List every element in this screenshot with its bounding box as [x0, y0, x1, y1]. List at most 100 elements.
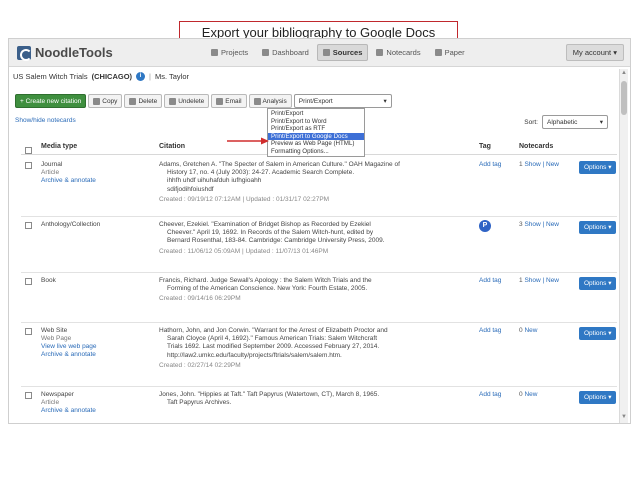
- my-account-button[interactable]: My account ▾: [565, 44, 624, 61]
- source-toolbar: + Create new citation Copy Delete Undele…: [15, 94, 392, 108]
- chevron-down-icon: ▾: [383, 98, 387, 105]
- view-live-page-link[interactable]: View live web page: [41, 343, 151, 351]
- print-export-select[interactable]: Print/Export ▾: [293, 94, 392, 108]
- options-button[interactable]: Options ▾: [579, 161, 617, 174]
- main-tabs: Projects Dashboard Sources Notecards Pap…: [205, 44, 471, 61]
- row-checkbox[interactable]: [25, 222, 32, 229]
- add-tag-link[interactable]: Add tag: [479, 277, 501, 284]
- row-checkbox[interactable]: [25, 328, 32, 335]
- notecards-cell[interactable]: 1 Show | New: [519, 277, 559, 284]
- column-tag[interactable]: Tag: [479, 143, 491, 150]
- column-citation[interactable]: Citation: [159, 143, 185, 150]
- row-checkbox[interactable]: [25, 162, 32, 169]
- scroll-up-icon[interactable]: ▲: [621, 70, 627, 78]
- citation-cell: Jones, John. "Hippies at Taft." Taft Pap…: [159, 391, 380, 407]
- undelete-button[interactable]: Undelete: [164, 94, 210, 108]
- undo-icon: [169, 97, 177, 105]
- media-type-cell: Newspaper Article Archive & annotate: [41, 391, 151, 415]
- envelope-icon: [216, 97, 224, 105]
- citation-style: (CHICAGO): [91, 72, 133, 81]
- media-type-cell: Journal Article Archive & annotate: [41, 161, 151, 185]
- column-notecards[interactable]: Notecards: [519, 143, 553, 150]
- copy-button[interactable]: Copy: [88, 94, 123, 108]
- tag-badge[interactable]: P: [479, 220, 491, 232]
- menu-item-preview-html[interactable]: Preview as Web Page (HTML): [268, 140, 364, 148]
- notecards-cell[interactable]: 1 Show | New: [519, 161, 559, 168]
- noodletools-logo-icon: [17, 45, 32, 61]
- row-checkbox[interactable]: [25, 278, 32, 285]
- folder-icon: [211, 49, 218, 56]
- top-navigation-bar: NoodleTools Projects Dashboard Sources N…: [9, 39, 630, 67]
- column-media-type[interactable]: Media type: [41, 143, 77, 150]
- media-type-cell: Anthology/Collection: [41, 221, 101, 228]
- add-tag-link[interactable]: Add tag: [479, 161, 501, 168]
- archive-annotate-link[interactable]: Archive & annotate: [41, 177, 151, 185]
- scroll-down-icon[interactable]: ▼: [621, 414, 627, 422]
- project-header: US Salem Witch Trials (CHICAGO) i | Ms. …: [13, 72, 189, 81]
- analysis-icon: [253, 97, 261, 105]
- bar-chart-icon: [262, 49, 270, 56]
- table-row: Newspaper Article Archive & annotate Jon…: [21, 387, 617, 423]
- citation-cell: Adams, Gretchen A. "The Specter of Salem…: [159, 161, 459, 204]
- tab-sources[interactable]: Sources: [316, 44, 369, 61]
- options-button[interactable]: Options ▾: [579, 277, 617, 290]
- row-checkbox[interactable]: [25, 392, 32, 399]
- show-hide-notecards-link[interactable]: Show/hide notecards: [15, 117, 76, 124]
- archive-annotate-link[interactable]: Archive & annotate: [41, 351, 151, 359]
- teacher-name: Ms. Taylor: [154, 72, 190, 81]
- vertical-scrollbar[interactable]: ▲ ▼: [619, 69, 628, 423]
- table-row: Anthology/Collection Cheever, Ezekiel. "…: [21, 217, 617, 273]
- menu-item-export-google-docs[interactable]: Print/Export to Google Docs: [268, 132, 364, 140]
- options-button[interactable]: Options ▾: [579, 391, 617, 404]
- info-icon[interactable]: i: [136, 72, 146, 81]
- sort-control: Sort: Alphabetic ▾: [524, 115, 608, 129]
- create-citation-button[interactable]: + Create new citation: [15, 94, 87, 108]
- pointer-arrow: [227, 137, 269, 145]
- tab-projects[interactable]: Projects: [205, 44, 254, 61]
- chevron-down-icon: ▾: [599, 119, 603, 126]
- citation-cell: Francis, Richard. Judge Sewall's Apology…: [159, 277, 459, 304]
- noodletools-window: NoodleTools Projects Dashboard Sources N…: [8, 38, 631, 424]
- email-button[interactable]: Email: [211, 94, 247, 108]
- tab-notecards[interactable]: Notecards: [370, 44, 426, 61]
- paper-icon: [434, 49, 442, 56]
- table-row: Web Site Web Page View live web page Arc…: [21, 323, 617, 387]
- brand-name: NoodleTools: [35, 45, 113, 60]
- notecards-cell[interactable]: 0 New: [519, 391, 537, 398]
- table-row: Book Francis, Richard. Judge Sewall's Ap…: [21, 273, 617, 323]
- media-type-cell: Book: [41, 277, 56, 284]
- sort-label: Sort:: [524, 118, 538, 126]
- timestamps: Created : 02/27/14 02:29PM: [159, 361, 241, 369]
- notecards-cell[interactable]: 3 Show | New: [519, 221, 559, 228]
- menu-item-formatting-options[interactable]: Formatting Options...: [268, 148, 364, 156]
- delete-button[interactable]: Delete: [124, 94, 163, 108]
- media-type-cell: Web Site Web Page View live web page Arc…: [41, 327, 151, 359]
- sort-select[interactable]: Alphabetic ▾: [542, 115, 608, 129]
- scrollbar-thumb[interactable]: [621, 81, 627, 115]
- list-icon: [322, 49, 330, 56]
- menu-item-export-word[interactable]: Print/Export to Word: [268, 118, 364, 126]
- separator: |: [149, 72, 151, 81]
- options-button[interactable]: Options ▾: [579, 221, 617, 234]
- citation-cell: Cheever, Ezekiel. "Examination of Bridge…: [159, 221, 459, 256]
- timestamps: Created : 09/14/16 06:29PM: [159, 295, 241, 303]
- notecard-icon: [376, 49, 384, 56]
- menu-item-print-export[interactable]: Print/Export: [268, 110, 364, 118]
- project-name: US Salem Witch Trials: [13, 72, 88, 81]
- table-row: Journal Article Archive & annotate Adams…: [21, 157, 617, 217]
- add-tag-link[interactable]: Add tag: [479, 391, 501, 398]
- export-dropdown-menu: Print/Export Print/Export to Word Print/…: [267, 108, 365, 157]
- tab-dashboard[interactable]: Dashboard: [256, 44, 315, 61]
- timestamps: Created : 11/06/12 05:09AM | Updated : 1…: [159, 247, 329, 255]
- brand-logo[interactable]: NoodleTools: [17, 45, 113, 61]
- options-button[interactable]: Options ▾: [579, 327, 617, 340]
- analysis-button[interactable]: Analysis: [248, 94, 292, 108]
- timestamps: Created : 09/19/12 07:12AM | Updated : 0…: [159, 195, 330, 203]
- copy-icon: [93, 97, 101, 105]
- trash-icon: [129, 97, 137, 105]
- archive-annotate-link[interactable]: Archive & annotate: [41, 407, 151, 415]
- notecards-cell[interactable]: 0 New: [519, 327, 537, 334]
- menu-item-export-rtf[interactable]: Print/Export as RTF: [268, 125, 364, 133]
- add-tag-link[interactable]: Add tag: [479, 327, 501, 334]
- tab-paper[interactable]: Paper: [429, 44, 471, 61]
